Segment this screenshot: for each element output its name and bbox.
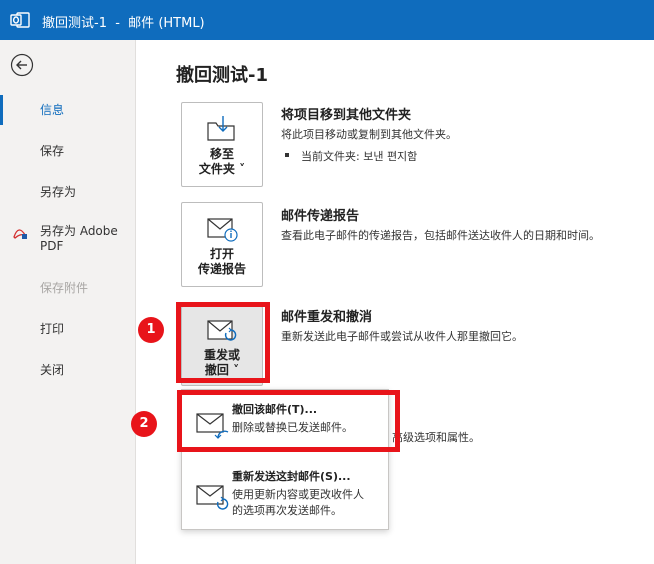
delivery-section-desc: 查看此电子邮件的传递报告，包括邮件送达收件人的日期和时间。 — [281, 229, 600, 242]
step-badge-2: 2 — [131, 411, 157, 437]
sidebar-item-save-as-pdf[interactable]: 另存为 Adobe PDF — [40, 224, 118, 254]
sidebar-item-close[interactable]: 关闭 — [40, 363, 64, 378]
delivery-report-icon — [207, 218, 238, 242]
sidebar-item-save-attachments: 保存附件 — [40, 281, 89, 295]
backstage-sidebar: 信息 保存 另存为 另存为 Adobe PDF 保存附件 打印 关闭 — [0, 40, 136, 564]
move-section-desc: 将此项目移动或复制到其他文件夹。 — [281, 128, 457, 141]
sidebar-item-save-as[interactable]: 另存为 — [40, 185, 76, 200]
open-delivery-report-button[interactable]: 打开 传递报告 — [181, 202, 263, 287]
resend-mail-icon — [196, 485, 229, 510]
back-arrow-icon[interactable] — [10, 53, 34, 77]
sidebar-item-print[interactable]: 打印 — [40, 322, 64, 337]
move-tile-label-1: 移至 — [209, 147, 234, 161]
sidebar-item-save[interactable]: 保存 — [40, 144, 64, 159]
outlook-icon — [10, 12, 30, 28]
move-folder-icon — [207, 116, 235, 141]
move-section-title: 将项目移到其他文件夹 — [281, 108, 412, 123]
move-tile-label-2: 文件夹 ˅ — [198, 162, 246, 176]
sidebar-item-info[interactable]: 信息 — [40, 103, 64, 118]
current-folder-info: 当前文件夹: 보낸 편지함 — [284, 148, 418, 164]
properties-section-desc: 高级选项和属性。 — [392, 431, 480, 444]
highlight-box-2 — [177, 390, 400, 452]
adobe-pdf-icon — [13, 229, 27, 239]
move-to-folder-button[interactable]: 移至 文件夹 ˅ — [181, 102, 263, 187]
resend-section-desc: 重新发送此电子邮件或尝试从收件人那里撤回它。 — [281, 330, 523, 343]
active-indicator — [0, 95, 3, 125]
resend-message-desc: 使用更新内容或更改收件人的选项再次发送邮件。 — [232, 488, 364, 517]
delivery-tile-label-2: 传递报告 — [197, 262, 246, 276]
window-title: 撤回测试-1 - 邮件 (HTML) — [42, 16, 205, 31]
title-bar: 撤回测试-1 - 邮件 (HTML) — [0, 0, 654, 40]
delivery-section-title: 邮件传递报告 — [281, 209, 360, 224]
current-folder-text: 当前文件夹: 보낸 편지함 — [301, 150, 418, 163]
step-badge-1: 1 — [138, 317, 164, 343]
resend-message-menu-item[interactable]: 重新发送这封邮件(S)... 使用更新内容或更改收件人的选项再次发送邮件。 — [182, 460, 388, 526]
resend-message-title: 重新发送这封邮件(S)... — [232, 470, 351, 483]
resend-section-title: 邮件重发和撤消 — [281, 310, 373, 325]
page-title: 撤回测试-1 — [176, 65, 268, 86]
delivery-tile-label-1: 打开 — [209, 247, 234, 261]
highlight-box-1 — [176, 302, 270, 383]
